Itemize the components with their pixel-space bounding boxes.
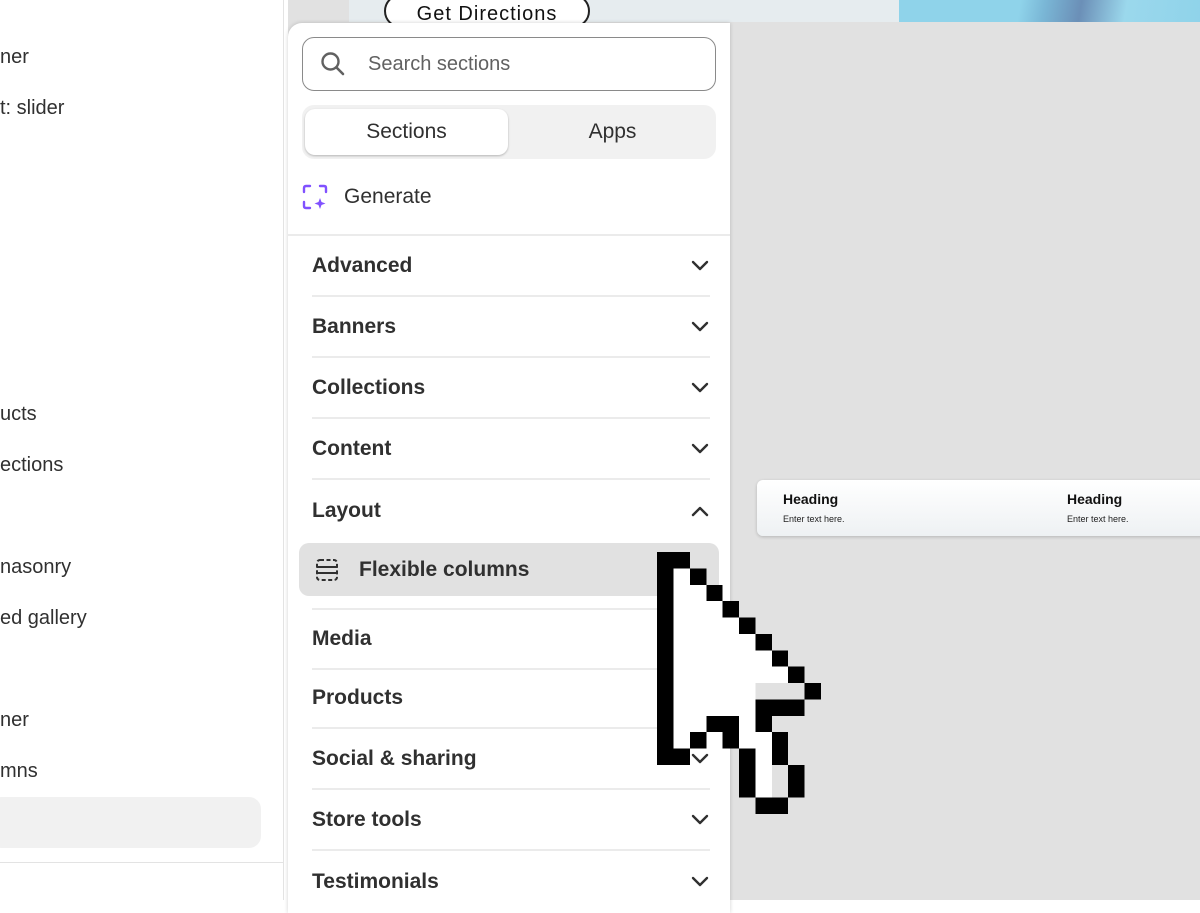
category-products[interactable]: Products bbox=[312, 669, 710, 729]
category-social-sharing[interactable]: Social & sharing bbox=[312, 730, 710, 790]
category-testimonials[interactable]: Testimonials bbox=[312, 852, 710, 912]
generate-label: Generate bbox=[344, 185, 432, 208]
category-label: Layout bbox=[312, 499, 381, 522]
category-banners[interactable]: Banners bbox=[312, 298, 710, 358]
category-label: Social & sharing bbox=[312, 747, 477, 770]
left-sidebar: ner t: slider ucts ections nasonry ed ga… bbox=[0, 0, 284, 900]
column-text: Enter text here. bbox=[783, 514, 845, 524]
category-content[interactable]: Content bbox=[312, 420, 710, 480]
sidebar-item[interactable]: ner bbox=[0, 46, 29, 69]
sidebar-item[interactable]: nasonry bbox=[0, 556, 71, 579]
chevron-up-icon bbox=[691, 506, 709, 517]
flexible-columns-preview: Heading Enter text here. Heading Enter t… bbox=[757, 480, 1200, 536]
sidebar-item[interactable]: t: slider bbox=[0, 97, 64, 120]
columns-layout-icon bbox=[316, 558, 338, 581]
search-icon bbox=[321, 52, 345, 76]
chevron-down-icon bbox=[691, 382, 709, 393]
category-label: Banners bbox=[312, 315, 397, 338]
sidebar-item[interactable]: mns bbox=[0, 760, 38, 783]
search-field[interactable] bbox=[302, 37, 716, 91]
category-layout[interactable]: Layout bbox=[312, 481, 710, 541]
map-image bbox=[899, 0, 1200, 22]
sidebar-divider bbox=[0, 862, 283, 863]
category-advanced[interactable]: Advanced bbox=[312, 237, 710, 297]
category-label: Content bbox=[312, 437, 392, 460]
chevron-down-icon bbox=[691, 876, 709, 887]
category-media[interactable]: Media bbox=[312, 608, 710, 670]
column-heading: Heading bbox=[1067, 491, 1123, 507]
mouse-cursor-icon bbox=[657, 552, 821, 814]
chevron-down-icon bbox=[691, 814, 709, 825]
category-label: Collections bbox=[312, 376, 426, 399]
section-item-label: Flexible columns bbox=[359, 557, 530, 581]
tab-switcher: Sections Apps bbox=[302, 105, 716, 159]
sidebar-item[interactable]: ections bbox=[0, 454, 63, 477]
sidebar-item[interactable]: ed gallery bbox=[0, 607, 87, 630]
tab-apps[interactable]: Apps bbox=[511, 109, 714, 155]
chevron-down-icon bbox=[691, 260, 709, 271]
column-text: Enter text here. bbox=[1067, 514, 1129, 524]
tab-sections[interactable]: Sections bbox=[305, 109, 508, 155]
category-store-tools[interactable]: Store tools bbox=[312, 791, 710, 851]
category-label: Advanced bbox=[312, 254, 413, 277]
generate-button[interactable]: Generate bbox=[302, 175, 716, 219]
category-label: Store tools bbox=[312, 808, 422, 831]
category-label: Testimonials bbox=[312, 870, 439, 893]
divider bbox=[288, 234, 730, 236]
category-collections[interactable]: Collections bbox=[312, 359, 710, 419]
chevron-down-icon bbox=[691, 321, 709, 332]
sidebar-item[interactable]: ucts bbox=[0, 403, 37, 426]
sidebar-item-selected[interactable] bbox=[0, 797, 261, 848]
search-input[interactable] bbox=[366, 51, 690, 77]
category-label: Products bbox=[312, 686, 404, 709]
sidebar-item[interactable]: ner bbox=[0, 709, 29, 732]
sparkle-frame-icon bbox=[302, 184, 328, 210]
column-heading: Heading bbox=[783, 491, 839, 507]
chevron-down-icon bbox=[691, 443, 709, 454]
category-label: Media bbox=[312, 627, 372, 650]
